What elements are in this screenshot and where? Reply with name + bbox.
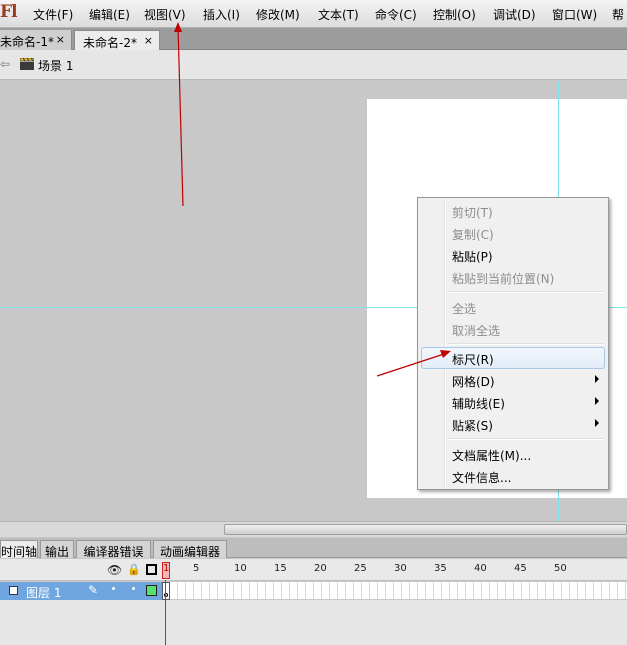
menu-commands[interactable]: 命令(C) — [375, 6, 417, 23]
menu-item-label: 全选 — [452, 302, 477, 316]
menu-item-label: 文件信息... — [452, 471, 512, 485]
playhead-line — [165, 580, 166, 645]
frame-number: 50 — [554, 563, 567, 574]
frame-number: 15 — [274, 563, 287, 574]
back-arrow-icon[interactable]: ⇦ — [0, 57, 10, 71]
menu-item-cut: 剪切(T) — [421, 200, 605, 222]
frame-number: 40 — [474, 563, 487, 574]
panel-tab-bar: 时间轴 输出 编译器错误 动画编辑器 — [0, 538, 627, 559]
horizontal-scrollbar[interactable] — [0, 521, 627, 537]
submenu-arrow-icon — [595, 397, 599, 405]
menu-modify[interactable]: 修改(M) — [256, 6, 300, 23]
context-menu: 剪切(T) 复制(C) 粘贴(P) 粘贴到当前位置(N) 全选 取消全选 标尺(… — [417, 197, 609, 490]
menu-item-label: 粘贴到当前位置(N) — [452, 272, 555, 286]
keyframe[interactable] — [162, 582, 170, 600]
tab-output[interactable]: 输出 — [40, 540, 74, 559]
tab-label: 未命名-1* — [0, 35, 54, 49]
tab-untitled-1[interactable]: 未命名-1* × — [0, 30, 72, 50]
menu-debug[interactable]: 调试(D) — [493, 6, 536, 23]
submenu-arrow-icon — [595, 419, 599, 427]
lock-dot[interactable] — [132, 587, 135, 590]
frame-ruler[interactable]: 5 10 15 20 25 30 35 40 45 50 — [162, 559, 627, 581]
layer-row[interactable]: 图层 1 ✎ — [0, 582, 627, 600]
pencil-icon: ✎ — [88, 583, 99, 597]
timeline-header: 👁 🔒 5 10 15 20 25 30 35 40 45 50 — [0, 559, 627, 581]
scene-label[interactable]: 场景 1 — [38, 57, 73, 74]
frame-number: 5 — [193, 563, 200, 574]
frame-number: 30 — [394, 563, 407, 574]
menu-item-label: 网格(D) — [452, 375, 495, 389]
submenu-arrow-icon — [595, 375, 599, 383]
menu-file[interactable]: 文件(F) — [33, 6, 73, 23]
menu-separator — [448, 438, 604, 440]
menu-help[interactable]: 帮 — [612, 6, 624, 23]
menu-item-label: 文档属性(M)... — [452, 449, 532, 463]
layer-info[interactable]: 图层 1 ✎ — [0, 582, 162, 600]
eye-icon[interactable]: 👁 — [107, 563, 122, 577]
menu-item-label: 复制(C) — [452, 228, 494, 242]
menu-item-label: 剪切(T) — [452, 206, 493, 220]
edit-bar: ⇦ 场景 1 — [0, 50, 627, 80]
menu-item-label: 辅助线(E) — [452, 397, 505, 411]
menu-item-rulers[interactable]: 标尺(R) — [421, 347, 605, 369]
visibility-dot[interactable] — [112, 587, 115, 590]
tab-compiler-errors[interactable]: 编译器错误 — [76, 540, 151, 559]
menu-view[interactable]: 视图(V) — [144, 6, 186, 23]
frame-number: 25 — [354, 563, 367, 574]
menu-item-label: 标尺(R) — [452, 353, 494, 367]
frame-number: 10 — [234, 563, 247, 574]
tab-label: 未命名-2* — [83, 36, 137, 50]
document-tab-bar: 未命名-1* × 未命名-2* × — [0, 28, 627, 50]
menu-edit[interactable]: 编辑(E) — [89, 6, 130, 23]
tab-timeline[interactable]: 时间轴 — [0, 540, 38, 558]
menu-separator — [448, 291, 604, 293]
frame-number: 35 — [434, 563, 447, 574]
scene-clapper-icon — [20, 58, 34, 70]
menu-insert[interactable]: 插入(I) — [203, 6, 240, 23]
menu-item-deselect-all: 取消全选 — [421, 318, 605, 340]
menu-item-grid[interactable]: 网格(D) — [421, 369, 605, 391]
frame-number: 45 — [514, 563, 527, 574]
frame-cells[interactable] — [162, 582, 627, 600]
close-icon[interactable]: × — [56, 33, 65, 46]
menu-text[interactable]: 文本(T) — [318, 6, 359, 23]
menu-item-label: 取消全选 — [452, 324, 501, 338]
timeline-body — [0, 600, 627, 645]
menu-bar: Fl 文件(F) 编辑(E) 视图(V) 插入(I) 修改(M) 文本(T) 命… — [0, 0, 627, 28]
menu-item-copy: 复制(C) — [421, 222, 605, 244]
menu-item-file-info[interactable]: 文件信息... — [421, 465, 605, 487]
current-frame-number: 1 — [163, 563, 170, 574]
menu-item-select-all: 全选 — [421, 296, 605, 318]
lock-icon[interactable]: 🔒 — [127, 563, 141, 576]
menu-item-snapping[interactable]: 贴紧(S) — [421, 413, 605, 435]
outline-icon[interactable] — [146, 564, 157, 575]
menu-item-guides[interactable]: 辅助线(E) — [421, 391, 605, 413]
layer-name[interactable]: 图层 1 — [26, 584, 61, 601]
tab-motion-editor[interactable]: 动画编辑器 — [153, 540, 227, 559]
menu-control[interactable]: 控制(O) — [433, 6, 476, 23]
menu-item-paste-in-place: 粘贴到当前位置(N) — [421, 266, 605, 288]
menu-window[interactable]: 窗口(W) — [552, 6, 597, 23]
menu-item-paste[interactable]: 粘贴(P) — [421, 244, 605, 266]
menu-item-document-properties[interactable]: 文档属性(M)... — [421, 443, 605, 465]
layer-color-swatch[interactable] — [146, 585, 157, 596]
flash-logo: Fl — [0, 2, 18, 22]
close-icon[interactable]: × — [144, 34, 153, 47]
scrollbar-thumb[interactable] — [224, 524, 627, 535]
menu-separator — [448, 343, 604, 345]
tab-untitled-2[interactable]: 未命名-2* × — [74, 30, 160, 50]
menu-item-label: 贴紧(S) — [452, 419, 493, 433]
layer-icon — [9, 586, 18, 595]
menu-item-label: 粘贴(P) — [452, 250, 493, 264]
frame-number: 20 — [314, 563, 327, 574]
